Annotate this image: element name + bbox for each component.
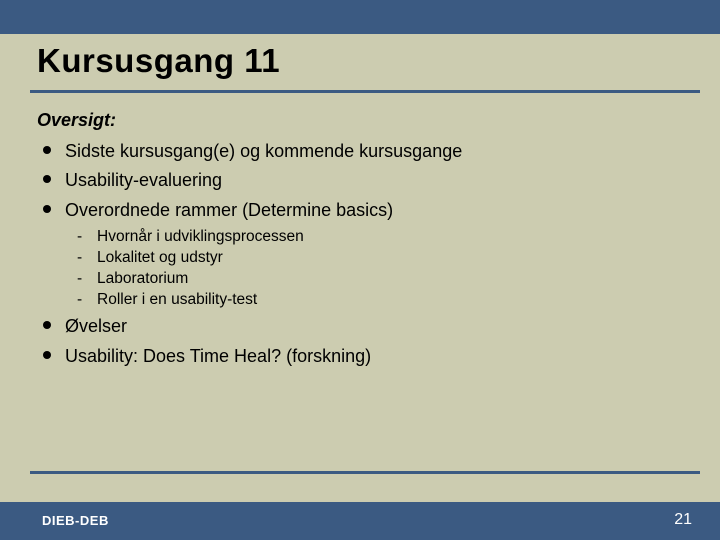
sub-list-item: - Roller i en usability-test (77, 290, 680, 311)
top-band (0, 0, 720, 34)
bullet-icon (43, 321, 51, 329)
sub-list: - Hvornår i udviklingsprocessen - Lokali… (65, 227, 680, 311)
bullet-icon (43, 205, 51, 213)
list-item: Usability-evaluering (37, 168, 680, 193)
bullet-icon (43, 351, 51, 359)
sub-list-item: - Lokalitet og udstyr (77, 248, 680, 269)
sub-list-item-text: Hvornår i udviklingsprocessen (97, 228, 304, 245)
list-item-text: Usability: Does Time Heal? (forskning) (65, 346, 371, 366)
content-area: Oversigt: Sidste kursusgang(e) og kommen… (37, 108, 680, 373)
list-item-text: Øvelser (65, 316, 127, 336)
sub-list-item-text: Lokalitet og udstyr (97, 249, 223, 266)
dash-icon: - (77, 227, 82, 248)
dash-icon: - (77, 290, 82, 311)
footer-left: DIEB-DEB (42, 513, 109, 528)
sub-list-item-text: Roller i en usability-test (97, 291, 257, 308)
sub-list-item: - Hvornår i udviklingsprocessen (77, 227, 680, 248)
list-item: Sidste kursusgang(e) og kommende kursusg… (37, 139, 680, 164)
list-item: Øvelser (37, 314, 680, 339)
list-item: Usability: Does Time Heal? (forskning) (37, 344, 680, 369)
overview-label: Oversigt: (37, 108, 680, 133)
list-item: Overordnede rammer (Determine basics) - … (37, 198, 680, 311)
page-number: 21 (674, 511, 692, 529)
bullet-icon (43, 146, 51, 154)
sub-list-item-text: Laboratorium (97, 270, 188, 287)
list-item-text: Overordnede rammer (Determine basics) (65, 200, 393, 220)
list-item-text: Sidste kursusgang(e) og kommende kursusg… (65, 141, 462, 161)
bullet-icon (43, 175, 51, 183)
page-title: Kursusgang 11 (37, 42, 280, 80)
dash-icon: - (77, 269, 82, 290)
list-item-text: Usability-evaluering (65, 170, 222, 190)
dash-icon: - (77, 248, 82, 269)
slide: Kursusgang 11 Oversigt: Sidste kursusgan… (0, 0, 720, 540)
sub-list-item: - Laboratorium (77, 269, 680, 290)
bullet-list: Sidste kursusgang(e) og kommende kursusg… (37, 139, 680, 369)
title-underline (30, 90, 700, 93)
bottom-rule (30, 471, 700, 474)
